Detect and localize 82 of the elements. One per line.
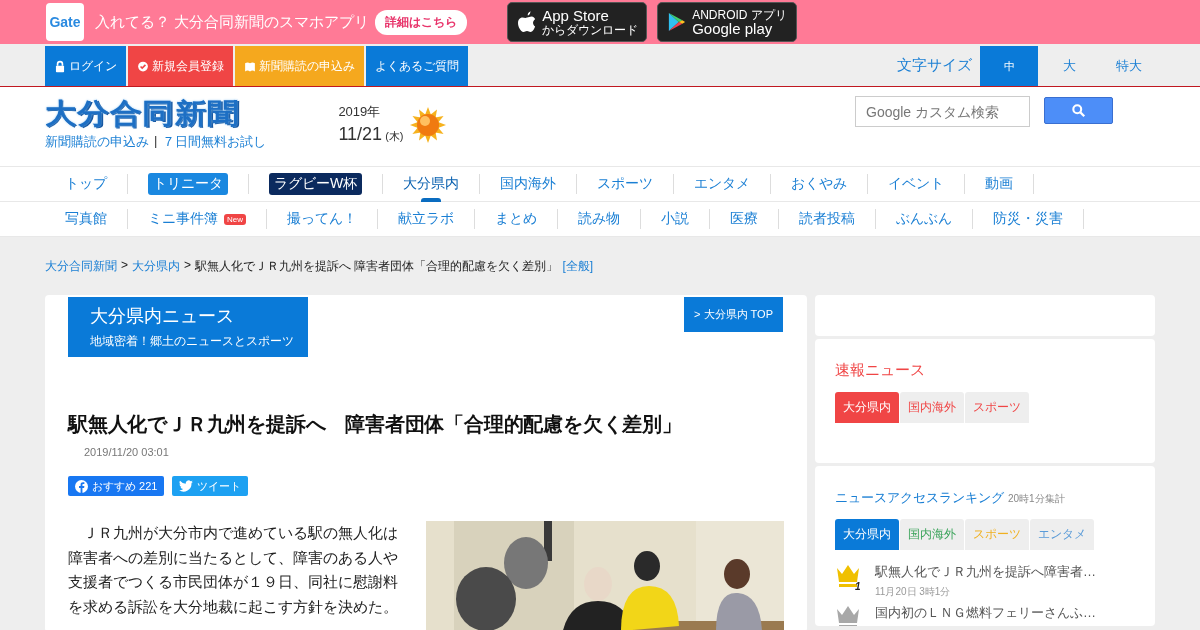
badge-label: Google play <box>692 21 773 36</box>
badge-label: App Store <box>542 8 610 23</box>
nav-link[interactable]: 写真館 <box>65 210 107 228</box>
font-size-option[interactable]: 大 <box>1040 46 1098 86</box>
subscribe-link[interactable]: 新聞購読の申込み <box>45 133 149 151</box>
section-top-link[interactable]: > 大分県内 TOP <box>684 297 783 332</box>
breadcrumb-current: 駅無人化でＪＲ九州を提訴へ 障害者団体「合理的配慮を欠く差別」 <box>195 258 559 275</box>
date-text: 11/21 <box>338 124 383 144</box>
sidebar-tab[interactable]: エンタメ <box>1030 519 1094 550</box>
nav-link[interactable]: ミニ事件簿 <box>148 210 218 228</box>
facebook-icon <box>75 479 88 493</box>
check-icon <box>137 59 149 73</box>
article-date: 2019/11/20 03:01 <box>84 446 170 458</box>
book-icon <box>244 59 256 73</box>
nav-link[interactable]: 献立ラボ <box>398 210 454 228</box>
details-button[interactable]: 詳細はこちら <box>375 9 468 35</box>
nav-tab[interactable]: 動画 <box>985 175 1014 193</box>
ranking-headline[interactable]: 国内初のＬＮＧ燃料フェリーさんふ… <box>875 605 1096 620</box>
nav-tab[interactable]: おくやみ <box>791 175 848 193</box>
nav-link[interactable]: 防災・災害 <box>993 210 1063 228</box>
nav-link[interactable]: 撮ってん！ <box>287 210 357 228</box>
sun-icon <box>409 107 446 143</box>
nav-tab[interactable]: ラグビーW杯 <box>269 173 363 195</box>
breadcrumb-link[interactable]: 大分県内 <box>132 258 180 275</box>
nav-link[interactable]: まとめ <box>495 210 537 228</box>
badge-caption: からダウンロード <box>542 24 639 36</box>
site-logo[interactable]: 大分合同新聞 <box>45 97 293 131</box>
nav-button[interactable]: 新規会員登録 <box>128 46 233 86</box>
nav-button[interactable]: ログイン <box>45 46 126 86</box>
nav-link[interactable]: 読者投稿 <box>799 210 855 228</box>
nav-link[interactable]: 読み物 <box>578 210 620 228</box>
nav-link[interactable]: ぶんぶん <box>896 210 952 228</box>
sidebar-tab[interactable]: スポーツ <box>965 392 1029 423</box>
nav-link[interactable]: 医療 <box>730 210 758 228</box>
ranking-headline[interactable]: 駅無人化でＪＲ九州を提訴へ障害者… <box>875 564 1096 579</box>
google-play-badge[interactable]: ANDROID アプリ Google play <box>657 2 798 42</box>
nav-tab[interactable]: トップ <box>65 175 107 193</box>
ranking-title: ニュースアクセスランキング <box>835 490 1004 505</box>
link-separator: | <box>154 133 158 150</box>
trial-link[interactable]: ７日間無料お試し <box>162 133 267 151</box>
app-logo[interactable]: Gate <box>46 3 84 41</box>
sidebar-tab[interactable]: 国内海外 <box>900 519 964 550</box>
nav-tab[interactable]: 国内海外 <box>500 175 557 193</box>
nav-tab[interactable]: スポーツ <box>597 175 654 193</box>
ranking-time: 11月20日 3時1分 <box>875 585 952 599</box>
nav-button[interactable]: よくあるご質問 <box>366 46 468 86</box>
nav-link[interactable]: 小説 <box>661 210 689 228</box>
ranking-note: 20時1分集計 <box>1008 493 1065 504</box>
facebook-recommend-button[interactable]: おすすめ 221 <box>68 476 165 496</box>
font-size-label: 文字サイズ <box>897 55 972 75</box>
lock-icon <box>54 59 66 73</box>
section-title: 大分県内ニュース <box>90 305 235 328</box>
new-badge: New <box>224 213 246 225</box>
sidebar-tab[interactable]: 国内海外 <box>900 392 964 423</box>
search-field[interactable]: Google カスタム検索 <box>855 96 1030 127</box>
breaking-news-title: 速報ニュース <box>835 361 925 378</box>
badge-caption: ANDROID アプリ <box>692 9 787 21</box>
sidebar-tab[interactable]: 大分県内 <box>835 392 899 423</box>
nav-tab[interactable]: 大分県内 <box>403 175 460 193</box>
nav-tab[interactable]: イベント <box>888 175 945 193</box>
nav-tab[interactable]: トリニータ <box>148 173 228 195</box>
apple-icon <box>518 11 537 33</box>
weekday-text: (木) <box>384 130 404 142</box>
play-icon <box>668 12 687 32</box>
font-size-option[interactable]: 特大 <box>1100 46 1158 86</box>
nav-tab[interactable]: エンタメ <box>694 175 751 193</box>
article-headline: 駅無人化でＪＲ九州を提訴へ 障害者団体「合理的配慮を欠く差別」 <box>68 412 683 437</box>
year-text: 2019年 <box>338 103 382 121</box>
breadcrumb-link[interactable]: 大分合同新聞 <box>45 258 117 275</box>
breadcrumb-separator: > <box>184 258 192 274</box>
search-icon <box>1071 103 1086 118</box>
font-size-option[interactable]: 中 <box>980 46 1038 86</box>
bird-icon <box>179 480 194 492</box>
promo-text: 入れてる？ 大分合同新聞のスマホアプリ <box>95 12 370 32</box>
sidebar-tab[interactable]: 大分県内 <box>835 519 899 550</box>
app-store-badge[interactable]: App Store からダウンロード <box>507 2 648 42</box>
section-subtitle: 地域密着！郷土のニュースとスポーツ <box>90 333 294 350</box>
tweet-button[interactable]: ツイート <box>172 476 249 496</box>
breadcrumb-separator: > <box>121 258 128 274</box>
search-button[interactable] <box>1044 97 1113 124</box>
category-link[interactable]: [全般] <box>562 258 594 275</box>
article-body: ＪＲ九州が大分市内で進めている駅の無人化は障害者への差別に当たるとして、障害のある人や支援者でつくる市民団体が１９日、同社に慰謝料を求める訴訟を大分地裁に起こす方針を決めた。 <box>68 523 399 617</box>
